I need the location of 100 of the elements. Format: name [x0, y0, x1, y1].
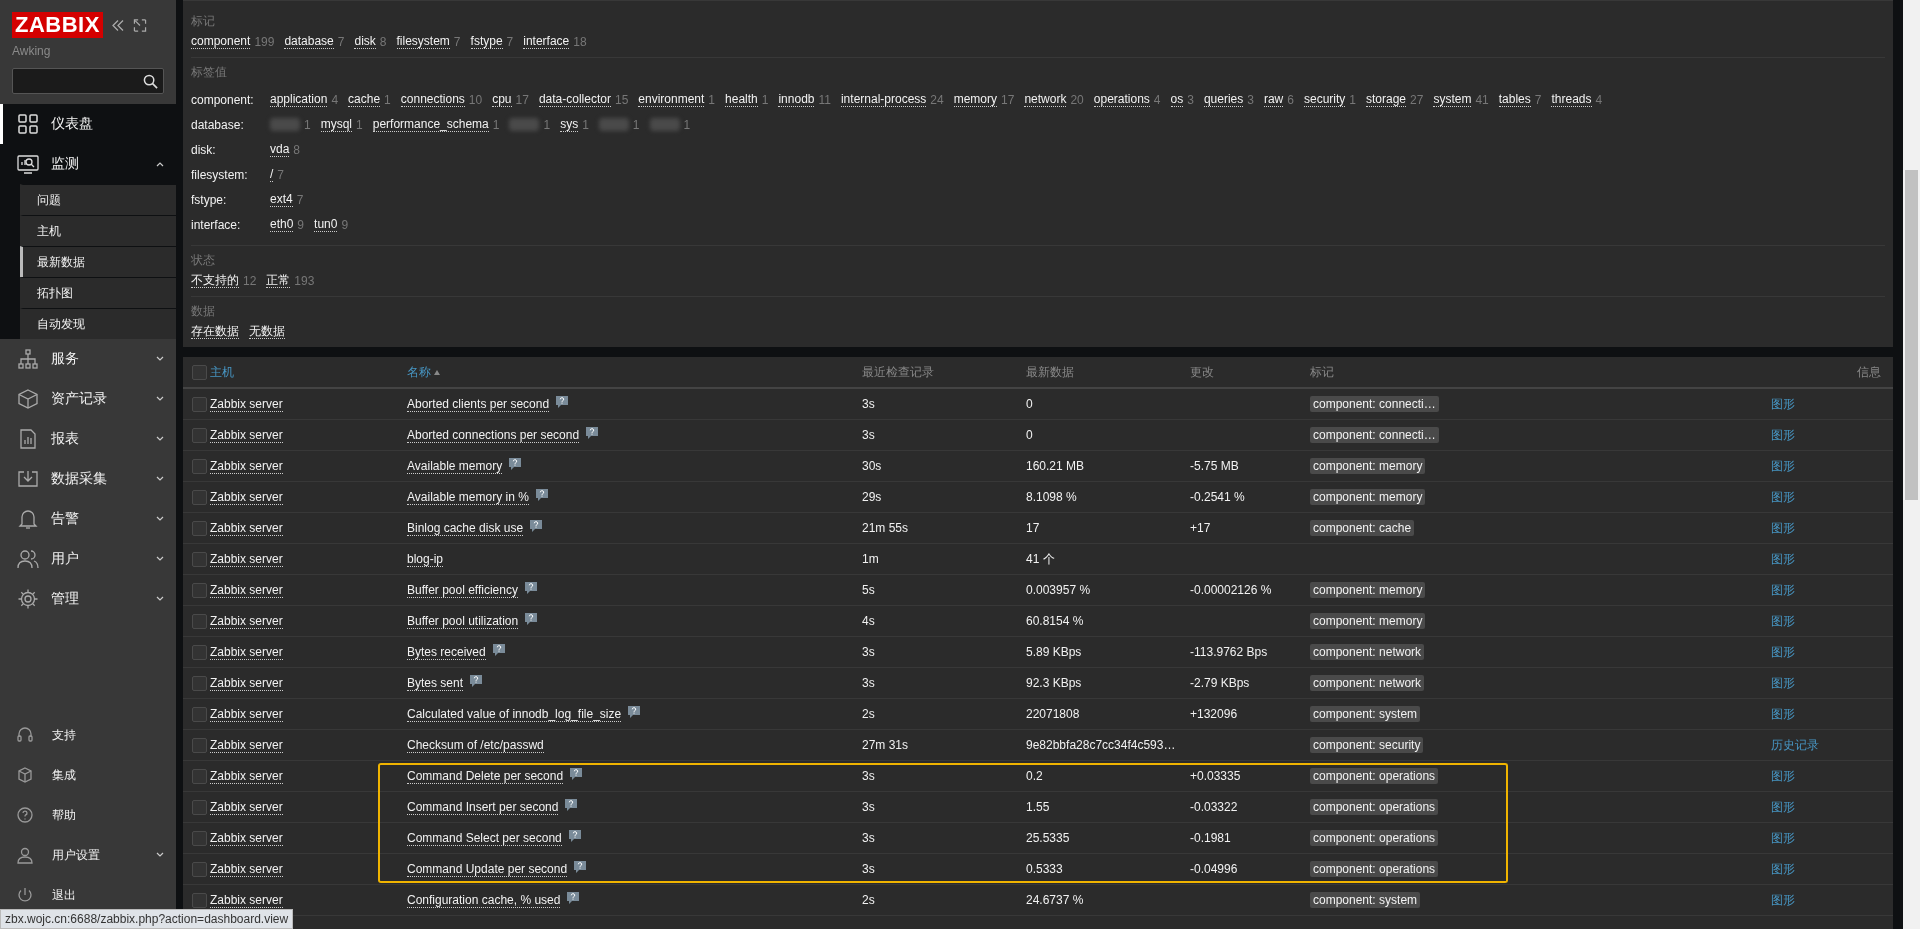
item-name-link[interactable]: Available memory	[407, 458, 503, 474]
row-checkbox[interactable]	[192, 489, 207, 505]
help-icon[interactable]	[586, 426, 599, 439]
row-checkbox[interactable]	[192, 768, 207, 784]
help-icon[interactable]	[565, 798, 578, 811]
help-icon[interactable]	[524, 581, 537, 594]
submenu-item[interactable]: 问题	[20, 184, 176, 215]
row-checkbox[interactable]	[192, 551, 207, 567]
tag-value-link[interactable]: ext4	[270, 192, 293, 207]
nav-item[interactable]: 支持	[0, 715, 176, 755]
help-icon[interactable]	[628, 705, 641, 718]
item-name-link[interactable]: Command Select per second	[407, 830, 562, 846]
nav-item[interactable]: 报表	[0, 419, 176, 459]
tag-link[interactable]: fstype	[470, 34, 503, 49]
help-icon[interactable]	[492, 643, 505, 656]
row-checkbox[interactable]	[192, 892, 207, 908]
nav-item[interactable]: 数据采集	[0, 459, 176, 499]
item-name-link[interactable]: Checksum of /etc/passwd	[407, 737, 544, 753]
status-link[interactable]: 正常	[266, 273, 291, 288]
row-checkbox[interactable]	[192, 706, 207, 722]
search-field[interactable]	[12, 68, 164, 94]
item-name-link[interactable]: Command Delete per second	[407, 768, 564, 784]
graph-link[interactable]: 图形	[1771, 395, 1795, 413]
nav-item[interactable]: 用户设置	[0, 835, 176, 875]
help-icon[interactable]	[535, 488, 548, 501]
tag-link[interactable]: filesystem	[396, 34, 450, 49]
host-link[interactable]: Zabbix server	[210, 489, 283, 505]
graph-link[interactable]: 图形	[1771, 581, 1795, 599]
item-name-link[interactable]: Bytes sent	[407, 675, 464, 691]
graph-link[interactable]: 图形	[1771, 798, 1795, 816]
tag-value-link[interactable]: vda	[270, 142, 290, 157]
row-checkbox[interactable]	[192, 737, 207, 753]
tag-value-link[interactable]: tun0	[314, 217, 338, 232]
row-checkbox[interactable]	[192, 613, 207, 629]
host-link[interactable]: Zabbix server	[210, 613, 283, 629]
nav-item[interactable]: 服务	[0, 339, 176, 379]
tag-value-link[interactable]: environment	[638, 92, 705, 107]
collapse-icon[interactable]	[110, 18, 125, 32]
item-name-link[interactable]: Command Insert per second	[407, 799, 559, 815]
help-icon[interactable]	[570, 767, 583, 780]
status-link[interactable]: 不支持的	[191, 273, 239, 288]
item-name-link[interactable]: Configuration cache, % used	[407, 892, 561, 908]
graph-link[interactable]: 图形	[1771, 767, 1795, 785]
item-name-link[interactable]: Binlog cache disk use	[407, 520, 524, 536]
host-link[interactable]: Zabbix server	[210, 861, 283, 877]
tag-value-link[interactable]: network	[1024, 92, 1067, 107]
tag-value-link[interactable]: data-collector	[538, 92, 611, 107]
host-link[interactable]: Zabbix server	[210, 520, 283, 536]
column-sort-link[interactable]: 名称	[407, 363, 862, 381]
help-icon[interactable]	[556, 395, 569, 408]
graph-link[interactable]: 图形	[1771, 550, 1795, 568]
item-name-link[interactable]: blog-ip	[407, 551, 444, 567]
tag-value-link[interactable]: /	[270, 167, 274, 182]
graph-link[interactable]: 图形	[1771, 457, 1795, 475]
item-name-link[interactable]: Aborted connections per second	[407, 427, 580, 443]
search-icon[interactable]	[143, 73, 158, 89]
item-name-link[interactable]: Aborted clients per second	[407, 396, 550, 412]
graph-link[interactable]: 图形	[1771, 519, 1795, 537]
select-all-checkbox[interactable]	[192, 364, 207, 380]
row-checkbox[interactable]	[192, 644, 207, 660]
host-link[interactable]: Zabbix server	[210, 458, 283, 474]
tag-value-link[interactable]: storage	[1366, 92, 1407, 107]
graph-link[interactable]: 图形	[1771, 829, 1795, 847]
row-checkbox[interactable]	[192, 520, 207, 536]
item-name-link[interactable]: Available memory in %	[407, 489, 529, 505]
host-link[interactable]: Zabbix server	[210, 551, 283, 567]
host-link[interactable]: Zabbix server	[210, 582, 283, 598]
graph-link[interactable]: 图形	[1771, 674, 1795, 692]
column-sort-link[interactable]: 主机	[210, 363, 407, 381]
graph-link[interactable]: 图形	[1771, 488, 1795, 506]
nav-item[interactable]: 监测	[0, 144, 176, 184]
tag-value-link[interactable]: cache	[348, 92, 381, 107]
tag-link[interactable]: interface	[523, 34, 570, 49]
host-link[interactable]: Zabbix server	[210, 799, 283, 815]
nav-item[interactable]: 仪表盘	[0, 104, 176, 144]
graph-link[interactable]: 图形	[1771, 891, 1795, 909]
graph-link[interactable]: 图形	[1771, 643, 1795, 661]
nav-item[interactable]: 帮助	[0, 795, 176, 835]
tag-link[interactable]: disk	[354, 34, 376, 49]
tag-value-link[interactable]: memory	[953, 92, 998, 107]
data-link[interactable]: 存在数据	[191, 324, 239, 339]
tag-value-link[interactable]: queries	[1203, 92, 1244, 107]
host-link[interactable]: Zabbix server	[210, 768, 283, 784]
help-icon[interactable]	[470, 674, 483, 687]
item-name-link[interactable]: Buffer pool efficiency	[407, 582, 518, 598]
tag-value-link[interactable]: tables	[1498, 92, 1531, 107]
help-icon[interactable]	[574, 860, 587, 873]
help-icon[interactable]	[525, 612, 538, 625]
host-link[interactable]: Zabbix server	[210, 737, 283, 753]
graph-link[interactable]: 图形	[1771, 860, 1795, 878]
row-checkbox[interactable]	[192, 396, 207, 412]
graph-link[interactable]: 图形	[1771, 705, 1795, 723]
tag-value-link[interactable]: sys	[560, 117, 579, 132]
tag-link[interactable]: database	[284, 34, 334, 49]
row-checkbox[interactable]	[192, 427, 207, 443]
item-name-link[interactable]: Calculated value of innodb_log_file_size	[407, 706, 622, 722]
tag-value-link[interactable]: security	[1303, 92, 1346, 107]
tag-value-link[interactable]: performance_schema	[372, 117, 489, 132]
submenu-item[interactable]: 主机	[20, 215, 176, 246]
tag-value-link[interactable]: os	[1170, 92, 1184, 107]
